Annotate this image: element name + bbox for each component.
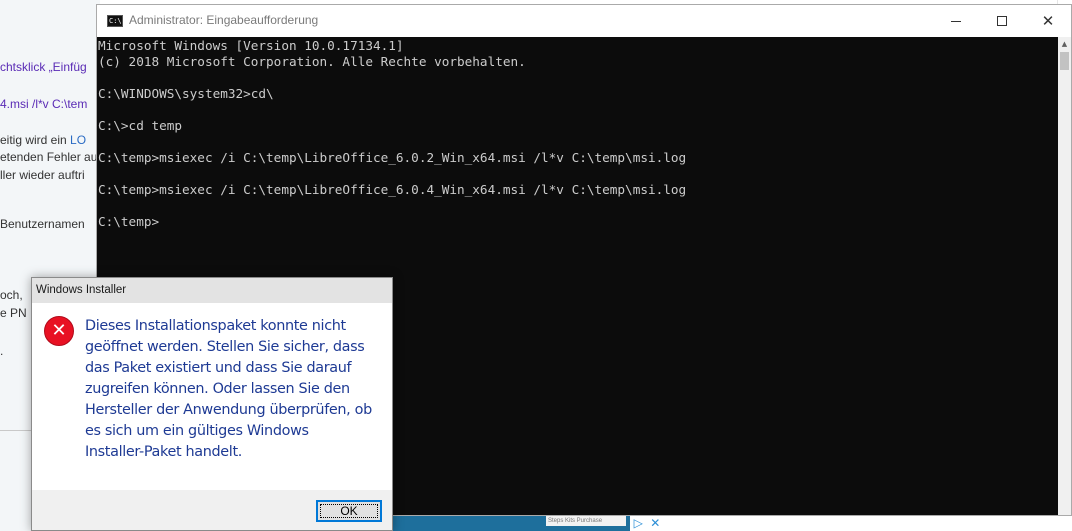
background-text-fragment: ller wieder auftri: [0, 168, 85, 182]
console-line: C:\temp>msiexec /i C:\temp\LibreOffice_6…: [98, 150, 687, 165]
background-text: Benutzernamen: [0, 217, 85, 231]
background-text-fragment: etenden Fehler au: [0, 150, 97, 164]
close-icon: ✕: [1041, 11, 1055, 30]
background-link[interactable]: LO: [70, 133, 86, 147]
maximize-button[interactable]: [979, 5, 1025, 37]
background-text: och,: [0, 288, 23, 302]
dialog-message-line: es sich um ein gültiges Windows: [85, 423, 309, 439]
console-line: Microsoft Windows [Version 10.0.17134.1]: [98, 38, 404, 53]
background-text: eitig wird ein: [0, 133, 71, 147]
windows-installer-dialog[interactable]: Windows Installer ✕ Dieses Installations…: [31, 277, 393, 531]
background-text: e PN: [0, 306, 27, 320]
ok-button[interactable]: OK: [316, 500, 382, 522]
console-line: C:\>cd temp: [98, 118, 183, 133]
dialog-message-line: geöffnet werden. Stellen Sie sicher, das…: [85, 339, 365, 355]
console-text[interactable]: Microsoft Windows [Version 10.0.17134.1]…: [98, 38, 686, 230]
console-line: C:\temp>: [98, 214, 160, 229]
background-text: chtsklick „Einfüg: [0, 60, 87, 74]
ad-choices[interactable]: ▷ ✕: [630, 515, 664, 531]
background-text-fragment: Benutzernamen: [0, 217, 85, 231]
dialog-message-line: Hersteller der Anwendung überprüfen, ob: [85, 402, 372, 418]
background-text-fragment: 4.msi /l*v C:\tem: [0, 97, 87, 111]
adchoices-icon[interactable]: ▷: [634, 516, 643, 530]
background-text-fragment: .: [0, 344, 3, 358]
console-line: (c) 2018 Microsoft Corporation. Alle Rec…: [98, 54, 526, 69]
scroll-thumb[interactable]: [1060, 52, 1069, 70]
background-text-fragment: eitig wird ein LO: [0, 133, 86, 147]
background-text: 4.msi /l*v C:\tem: [0, 97, 88, 111]
background-text-fragment: chtsklick „Einfüg: [0, 60, 87, 74]
background-text-fragment: och,: [0, 288, 23, 302]
minimize-button[interactable]: [933, 5, 979, 37]
error-icon: ✕: [44, 316, 74, 346]
close-button[interactable]: ✕: [1025, 5, 1071, 37]
ad-label: Steps Kits Purchase: [546, 516, 626, 526]
background-text-fragment: e PN: [0, 306, 27, 320]
dialog-message-line: das Paket existiert und dass Sie darauf: [85, 360, 352, 376]
background-text: ller wieder auftri: [0, 168, 85, 182]
cmd-app-icon[interactable]: C:\: [107, 15, 123, 27]
scroll-up-arrow-icon[interactable]: ▲: [1058, 37, 1071, 51]
dialog-message-line: Dieses Installationspaket konnte nicht: [85, 318, 346, 334]
maximize-icon: [997, 16, 1007, 26]
console-line: C:\temp>msiexec /i C:\temp\LibreOffice_6…: [98, 182, 687, 197]
close-ad-icon[interactable]: ✕: [650, 516, 660, 530]
dialog-message: Dieses Installationspaket konnte nicht ge…: [85, 316, 385, 463]
window-titlebar[interactable]: C:\ Administrator: Eingabeaufforderung ✕: [97, 5, 1071, 37]
window-title: Administrator: Eingabeaufforderung: [129, 13, 319, 27]
console-line: C:\WINDOWS\system32>cd\: [98, 86, 274, 101]
background-text: etenden Fehler au: [0, 150, 98, 164]
console-scrollbar[interactable]: ▲: [1058, 37, 1071, 515]
dialog-titlebar[interactable]: Windows Installer: [32, 278, 392, 303]
dialog-message-line: Installer-Paket handelt.: [85, 444, 242, 460]
minimize-icon: [951, 20, 961, 22]
background-text: .: [0, 344, 4, 358]
dialog-message-line: zugreifen können. Oder lassen Sie den: [85, 381, 350, 397]
dialog-title: Windows Installer: [36, 284, 127, 296]
